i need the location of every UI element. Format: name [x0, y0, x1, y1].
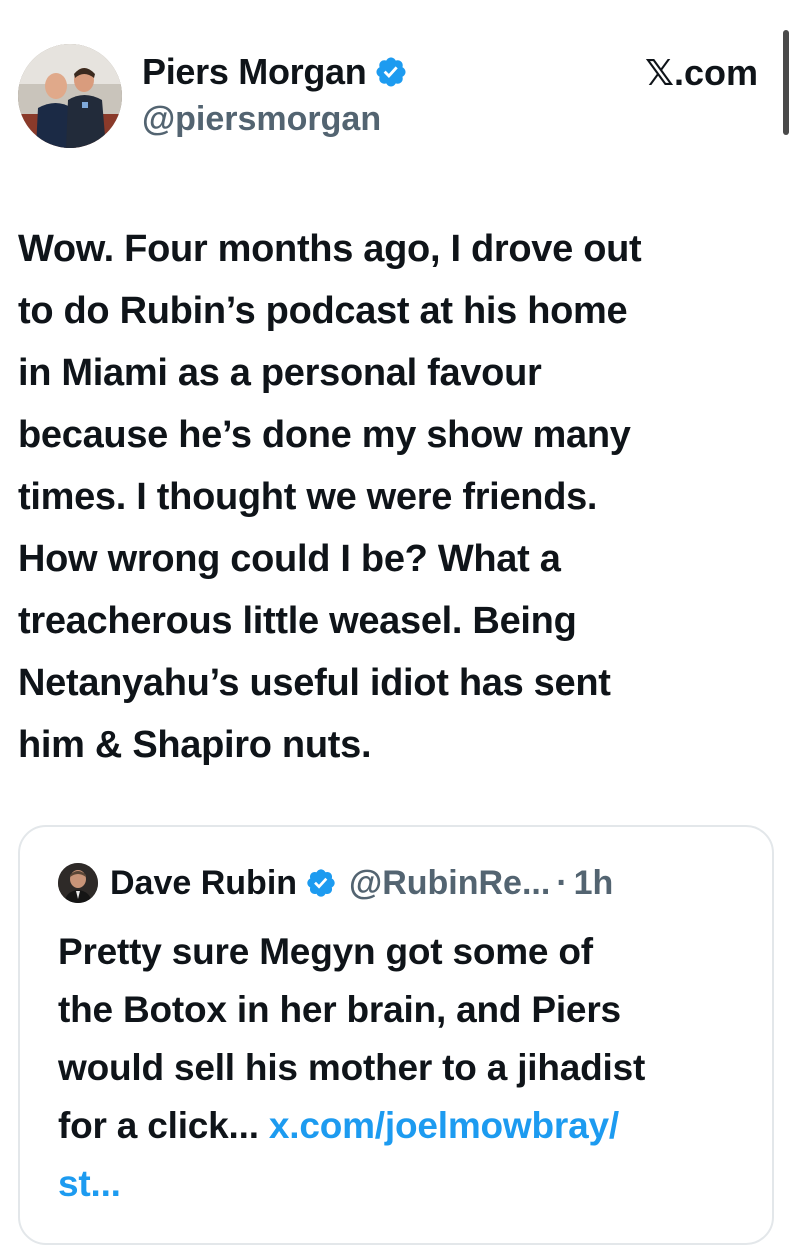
quoted-author-display-name[interactable]: Dave Rubin: [110, 864, 297, 903]
tweet-text-line: Wow. Four months ago, I drove out: [18, 228, 642, 270]
verified-badge-icon: [307, 869, 335, 897]
quoted-author-avatar-photo: [58, 863, 98, 903]
author-display-name[interactable]: Piers Morgan: [142, 51, 367, 93]
tweet-text: Wow. Four months ago, I drove out to do …: [18, 218, 778, 776]
quoted-text-line: Pretty sure Megyn got some of: [58, 931, 593, 972]
author-avatar-photo: [18, 44, 122, 148]
tweet-text-line: times. I thought we were friends.: [18, 476, 598, 518]
tweet-text-line: Netanyahu’s useful idiot has sent: [18, 662, 611, 704]
quoted-tweet-timestamp[interactable]: 1h: [574, 864, 614, 903]
quoted-tweet-card[interactable]: Dave Rubin @RubinRe... · 1h Pretty sure …: [18, 825, 774, 1245]
quoted-author-avatar[interactable]: [58, 863, 98, 903]
quoted-tweet-text: Pretty sure Megyn got some of the Botox …: [58, 923, 758, 1213]
quoted-tweet-link[interactable]: x.com/joelmowbray/: [269, 1105, 619, 1146]
tweet-header: Piers Morgan @piersmorgan 𝕏.com: [18, 44, 758, 154]
verified-badge-icon: [376, 57, 406, 87]
tweet-text-line: him & Shapiro nuts.: [18, 724, 372, 766]
tweet-text-line: to do Rubin’s podcast at his home: [18, 290, 628, 332]
quoted-author-handle[interactable]: @RubinRe...: [349, 864, 550, 903]
site-label[interactable]: 𝕏.com: [645, 52, 758, 94]
tweet-text-line: because he’s done my show many: [18, 414, 631, 456]
tweet-text-line: in Miami as a personal favour: [18, 352, 542, 394]
quoted-text-line: would sell his mother to a jihadist: [58, 1047, 646, 1088]
tweet-text-line: How wrong could I be? What a: [18, 538, 561, 580]
quoted-text-line-with-link: for a click... x.com/joelmowbray/: [58, 1097, 758, 1155]
quoted-text-line: the Botox in her brain, and Piers: [58, 989, 621, 1030]
quoted-tweet-link-continued[interactable]: st...: [58, 1155, 758, 1213]
author-names: Piers Morgan @piersmorgan: [142, 48, 408, 139]
tweet-text-line: treacherous little weasel. Being: [18, 600, 577, 642]
quoted-text-fragment: for a click...: [58, 1105, 269, 1146]
author-avatar[interactable]: [18, 44, 122, 148]
author-handle[interactable]: @piersmorgan: [142, 100, 408, 139]
separator-dot: ·: [556, 863, 568, 902]
scrollbar[interactable]: [783, 30, 789, 135]
display-name-row: Piers Morgan: [142, 48, 408, 96]
quoted-tweet-header: Dave Rubin @RubinRe... · 1h: [58, 863, 613, 903]
